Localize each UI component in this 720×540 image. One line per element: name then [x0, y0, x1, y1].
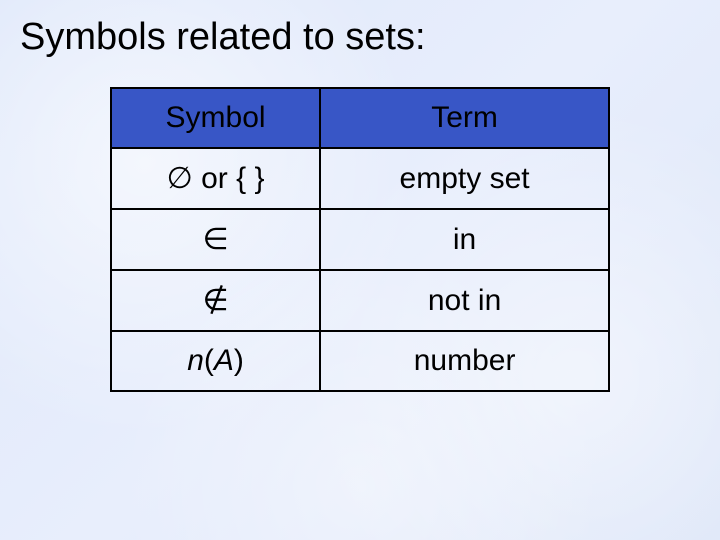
cell-term: in — [320, 209, 609, 270]
table-row: ∉ not in — [111, 270, 609, 331]
cell-symbol: ∈ — [111, 209, 320, 270]
cell-term: empty set — [320, 148, 609, 209]
cell-term: number — [320, 331, 609, 391]
col-header-symbol: Symbol — [111, 88, 320, 148]
table-row: n(A) number — [111, 331, 609, 391]
page-title: Symbols related to sets: — [20, 16, 700, 59]
col-header-term: Term — [320, 88, 609, 148]
cell-symbol: ∅ or { } — [111, 148, 320, 209]
cell-symbol: n(A) — [111, 331, 320, 391]
table-header-row: Symbol Term — [111, 88, 609, 148]
slide: Symbols related to sets: Symbol Term ∅ o… — [0, 0, 720, 540]
cell-term: not in — [320, 270, 609, 331]
symbols-table: Symbol Term ∅ or { } empty set ∈ in ∉ no… — [110, 87, 610, 392]
table-row: ∈ in — [111, 209, 609, 270]
table-row: ∅ or { } empty set — [111, 148, 609, 209]
cell-symbol: ∉ — [111, 270, 320, 331]
